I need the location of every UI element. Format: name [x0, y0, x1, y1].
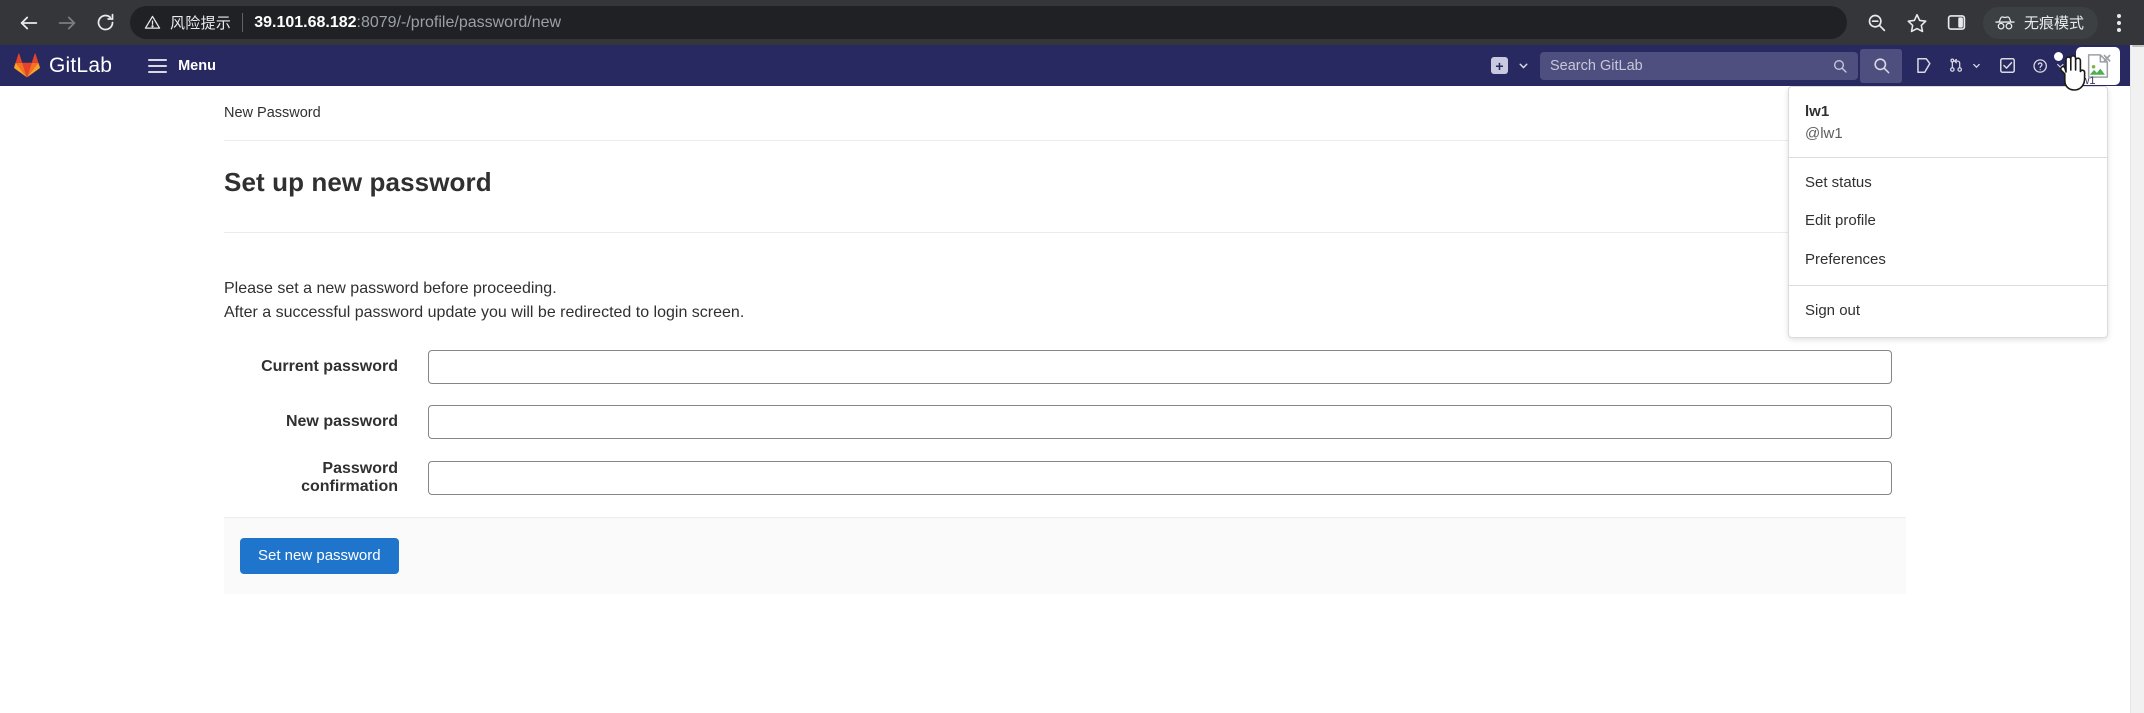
- menu-item-sign-out[interactable]: Sign out: [1789, 292, 2107, 331]
- password-form: Current password New password Password c…: [224, 326, 1906, 595]
- help-notification-dot: [2054, 52, 2063, 61]
- breadcrumb[interactable]: New Password: [224, 86, 1906, 141]
- chevron-down-icon: [1519, 63, 1528, 69]
- main-menu-label: Menu: [178, 57, 216, 74]
- url-path: :8079/-/profile/password/new: [356, 13, 562, 31]
- form-row-new-password: New password: [224, 404, 1906, 439]
- password-confirmation-input[interactable]: [428, 460, 1892, 495]
- plus-square-icon: +: [1491, 57, 1508, 74]
- user-menu-group-primary: Set status Edit profile Preferences: [1789, 158, 2107, 286]
- todo-checkbox-icon: [1999, 58, 2015, 73]
- scrollbar-thumb[interactable]: [2132, 45, 2144, 47]
- search-input[interactable]: Search GitLab: [1540, 51, 1858, 80]
- forward-button[interactable]: [48, 4, 86, 42]
- merge-requests-button[interactable]: [1944, 45, 1986, 86]
- user-menu-dropdown: lw1 @lw1 Set status Edit profile Prefere…: [1788, 86, 2108, 338]
- star-icon: [1907, 13, 1927, 32]
- gitlab-home-link[interactable]: GitLab: [14, 53, 112, 78]
- search-icon: [1833, 59, 1847, 73]
- current-password-label: Current password: [261, 357, 398, 375]
- forward-arrow-icon: [58, 16, 76, 29]
- gitlab-navbar: GitLab Menu + Search GitLab lw1: [0, 45, 2130, 86]
- back-button[interactable]: [10, 4, 48, 42]
- menu-item-set-status[interactable]: Set status: [1789, 164, 2107, 203]
- avatar-alt-text: lw1: [2079, 74, 2096, 85]
- kebab-dot: [2117, 27, 2121, 32]
- intro-text: Please set a new password before proceed…: [224, 233, 1906, 326]
- issues-button[interactable]: [1902, 45, 1944, 86]
- incognito-badge[interactable]: 无痕模式: [1982, 6, 2098, 39]
- issues-icon: [1916, 58, 1931, 73]
- intro-line-1: Please set a new password before proceed…: [224, 280, 557, 297]
- security-warning-label: 风险提示: [170, 15, 232, 32]
- search-icon: [1873, 58, 1889, 74]
- current-password-input[interactable]: [428, 349, 1892, 384]
- new-password-input[interactable]: [428, 404, 1892, 439]
- browser-menu-button[interactable]: [2104, 4, 2134, 42]
- kebab-dot: [2117, 13, 2121, 18]
- set-new-password-button[interactable]: Set new password: [240, 537, 399, 575]
- todos-button[interactable]: [1986, 45, 2028, 86]
- incognito-icon: [1995, 15, 2015, 30]
- user-display-name: lw1: [1805, 103, 1830, 120]
- menu-item-preferences[interactable]: Preferences: [1789, 241, 2107, 280]
- side-panel-icon: [1948, 15, 1966, 30]
- reload-button[interactable]: [86, 4, 124, 42]
- bookmark-button[interactable]: [1899, 5, 1935, 41]
- incognito-label: 无痕模式: [2023, 15, 2084, 32]
- password-confirmation-label: Password confirmation: [301, 459, 398, 495]
- menu-item-edit-profile[interactable]: Edit profile: [1789, 202, 2107, 241]
- new-password-label: New password: [285, 412, 398, 430]
- main-menu-button[interactable]: Menu: [138, 52, 226, 80]
- url-host: 39.101.68.182: [254, 13, 357, 31]
- form-footer: Set new password: [224, 516, 1906, 595]
- search-placeholder: Search GitLab: [1550, 57, 1643, 74]
- page-title: Set up new password: [224, 141, 1906, 233]
- warning-triangle-icon: [144, 14, 161, 31]
- browser-chrome: 风险提示 39.101.68.182:8079/-/profile/passwo…: [0, 0, 2144, 45]
- url-text: 39.101.68.182:8079/-/profile/password/ne…: [254, 14, 561, 32]
- search-toggle-button[interactable]: [1860, 48, 1902, 83]
- form-row-current-password: Current password: [224, 349, 1906, 384]
- back-arrow-icon: [20, 16, 38, 29]
- gitlab-logo-icon: [14, 53, 40, 78]
- chevron-down-icon: [1973, 63, 1980, 69]
- gitlab-brand-label: GitLab: [49, 53, 113, 77]
- help-button[interactable]: [2028, 45, 2070, 86]
- address-bar[interactable]: 风险提示 39.101.68.182:8079/-/profile/passwo…: [130, 6, 1847, 39]
- question-circle-icon: [2033, 58, 2047, 73]
- zoom-out-button[interactable]: [1859, 5, 1895, 41]
- intro-line-2: After a successful password update you w…: [224, 304, 745, 322]
- form-row-password-confirmation: Password confirmation: [224, 460, 1906, 496]
- user-menu-group-secondary: Sign out: [1789, 286, 2107, 337]
- user-handle: @lw1: [1805, 124, 1843, 142]
- hamburger-icon: [148, 58, 168, 73]
- reload-icon: [97, 13, 113, 31]
- zoom-out-icon: [1869, 14, 1886, 32]
- side-panel-button[interactable]: [1939, 5, 1975, 41]
- merge-request-icon: [1949, 58, 1963, 72]
- omnibox-divider: [242, 13, 244, 32]
- page-scrollbar[interactable]: [2130, 45, 2144, 713]
- new-item-button[interactable]: +: [1491, 57, 1530, 74]
- user-avatar-button[interactable]: lw1: [2076, 46, 2120, 85]
- user-menu-header: lw1 @lw1: [1789, 87, 2107, 157]
- kebab-dot: [2117, 20, 2121, 25]
